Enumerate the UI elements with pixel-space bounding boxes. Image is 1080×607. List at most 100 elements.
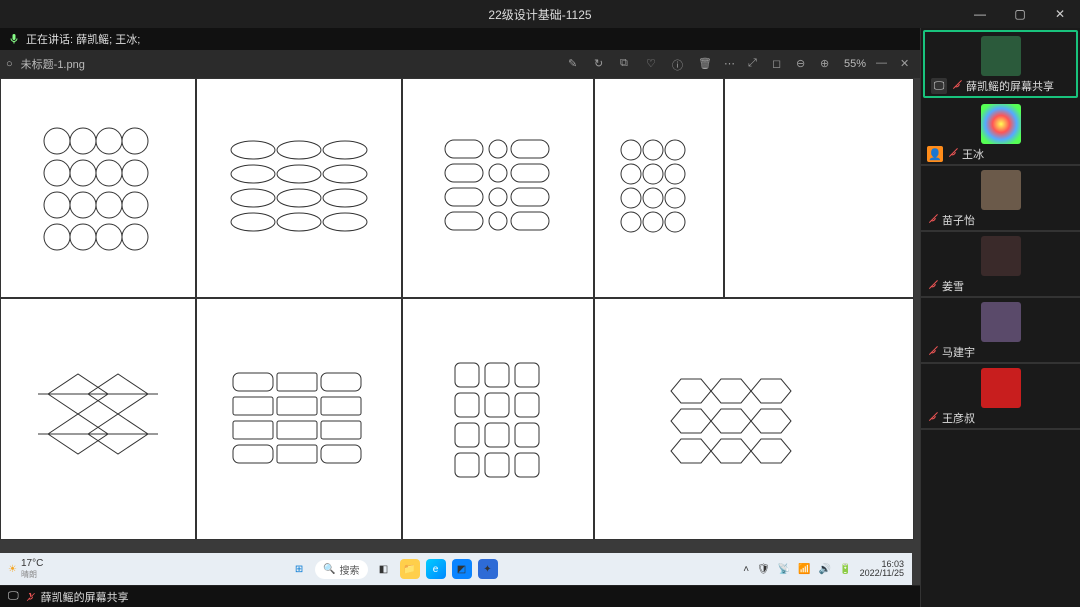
status-label: 薛凯鳐的屏幕共享 xyxy=(41,589,129,605)
app2-icon[interactable]: ✦ xyxy=(478,559,498,579)
cell-blank-1 xyxy=(724,78,914,298)
participant-info-row: 🖵 薛凯鳐的屏幕共享 xyxy=(929,76,1072,94)
small-circles-icon xyxy=(619,138,699,238)
fit-icon[interactable]: ◻ xyxy=(772,57,786,71)
speaking-label: 正在讲话: 薛凯鳐; 王冰; xyxy=(26,31,140,47)
temperature-label: 17°C xyxy=(21,558,43,569)
status-bar: 🖵 薛凯鳐的屏幕共享 xyxy=(0,585,920,607)
participant-name: 王冰 xyxy=(962,146,984,162)
tray-chevron-icon[interactable]: ˄ xyxy=(743,564,749,575)
host-badge-icon: 👤 xyxy=(927,146,943,162)
info-icon[interactable]: ⓘ xyxy=(672,57,686,71)
task-view-icon[interactable]: ◧ xyxy=(374,559,394,579)
participant-tile[interactable]: 👤 王冰 xyxy=(921,100,1080,166)
minimize-button[interactable]: — xyxy=(960,0,1000,28)
avatar xyxy=(981,36,1021,76)
mic-muted-icon xyxy=(927,411,938,425)
participant-info-row: 苗子怡 xyxy=(925,210,1076,228)
participant-name: 王彦叔 xyxy=(942,410,975,426)
avatar xyxy=(981,368,1021,408)
cell-triangles xyxy=(0,298,196,540)
rounded-rects-icon xyxy=(229,369,369,469)
explorer-icon[interactable]: 📁 xyxy=(400,559,420,579)
capsules-circles-icon xyxy=(443,138,553,238)
battery-icon[interactable]: 🔋 xyxy=(839,564,851,575)
tab-icon[interactable]: ○ xyxy=(6,58,13,70)
hexagons-icon xyxy=(669,369,799,469)
cell-hexagons xyxy=(594,298,914,540)
more-icon[interactable]: ⋯ xyxy=(724,57,738,71)
mic-muted-icon xyxy=(25,592,35,602)
avatar xyxy=(981,236,1021,276)
edit-icon[interactable]: ✎ xyxy=(568,57,582,71)
design-grid xyxy=(0,78,914,540)
mic-muted-icon xyxy=(951,79,962,93)
microphone-icon xyxy=(8,33,20,45)
triangles-icon xyxy=(38,364,158,474)
participants-panel[interactable]: 🖵 薛凯鳐的屏幕共享 👤 王冰苗子怡姜雪马建宇王彦叔 xyxy=(920,28,1080,607)
participant-tile[interactable]: 王彦叔 xyxy=(921,364,1080,430)
rotate-icon[interactable]: ↻ xyxy=(594,57,608,71)
cell-small-circles xyxy=(594,78,724,298)
participant-name: 姜雪 xyxy=(942,278,964,294)
avatar xyxy=(981,302,1021,342)
weather-desc: 晴朗 xyxy=(21,569,43,580)
image-viewer: ○ 未标题-1.png ✎ ↻ ⧉ ♡ ⓘ 🗑 ⋯ ⤢ ◻ xyxy=(0,50,920,585)
wifi-icon[interactable]: 📶 xyxy=(798,564,810,575)
participant-tile[interactable]: 马建宇 xyxy=(921,298,1080,364)
clock-widget[interactable]: 16:03 2022/11/25 xyxy=(860,560,904,578)
search-icon: 🔍 xyxy=(323,564,335,575)
search-placeholder: 搜索 xyxy=(340,562,360,577)
window-controls: — ▢ ✕ xyxy=(960,0,1080,28)
taskbar-search[interactable]: 🔍 搜索 xyxy=(315,560,367,579)
speaking-indicator: 正在讲话: 薛凯鳐; 王冰; xyxy=(0,28,920,50)
participant-info-row: 王彦叔 xyxy=(925,408,1076,426)
zoom-in-icon[interactable]: ⊕ xyxy=(820,57,834,71)
volume-icon[interactable]: 🔊 xyxy=(819,564,831,575)
mic-muted-icon xyxy=(927,345,938,359)
viewer-close-icon[interactable]: ✕ xyxy=(900,57,914,71)
close-button[interactable]: ✕ xyxy=(1040,0,1080,28)
ellipses-grid-icon xyxy=(229,138,369,238)
cell-capsules-circles xyxy=(402,78,594,298)
window-title: 22级设计基础-1125 xyxy=(488,6,591,23)
avatar xyxy=(981,104,1021,144)
tray-icon-1[interactable]: 🛡 xyxy=(757,564,770,575)
viewer-dash-icon[interactable]: — xyxy=(876,57,890,71)
heart-icon[interactable]: ♡ xyxy=(646,57,660,71)
start-icon[interactable]: ⊞ xyxy=(289,559,309,579)
participant-tile[interactable]: 🖵 薛凯鳐的屏幕共享 xyxy=(923,30,1078,98)
mic-muted-icon xyxy=(927,213,938,227)
app1-icon[interactable]: ◩ xyxy=(452,559,472,579)
maximize-button[interactable]: ▢ xyxy=(1000,0,1040,28)
screen-share-icon: 🖵 xyxy=(931,78,947,94)
zoom-level: 55% xyxy=(844,58,866,70)
screen-icon: 🖵 xyxy=(8,590,19,603)
participant-name: 马建宇 xyxy=(942,344,975,360)
expand-icon[interactable]: ⤢ xyxy=(748,57,762,71)
weather-widget[interactable]: ☀ 17°C 晴朗 xyxy=(0,558,51,580)
participant-name: 薛凯鳐的屏幕共享 xyxy=(966,78,1054,94)
crop-icon[interactable]: ⧉ xyxy=(620,57,634,71)
participant-info-row: 马建宇 xyxy=(925,342,1076,360)
participant-tile[interactable]: 姜雪 xyxy=(921,232,1080,298)
sun-icon: ☀ xyxy=(8,564,17,575)
date-label: 2022/11/25 xyxy=(860,569,904,578)
participant-tile[interactable]: 苗子怡 xyxy=(921,166,1080,232)
cell-ellipses xyxy=(196,78,402,298)
tray-icon-2[interactable]: 📡 xyxy=(778,564,790,575)
filename-label: 未标题-1.png xyxy=(21,56,85,72)
edge-icon[interactable]: e xyxy=(426,559,446,579)
cell-squares xyxy=(402,298,594,540)
cell-circles-4x4 xyxy=(0,78,196,298)
zoom-out-icon[interactable]: ⊖ xyxy=(796,57,810,71)
participant-info-row: 👤 王冰 xyxy=(925,144,1076,162)
canvas-area[interactable] xyxy=(0,78,920,585)
cell-rounded-rects xyxy=(196,298,402,540)
mic-muted-icon xyxy=(927,279,938,293)
delete-icon[interactable]: 🗑 xyxy=(698,57,712,71)
viewer-toolbar: ○ 未标题-1.png ✎ ↻ ⧉ ♡ ⓘ 🗑 ⋯ ⤢ ◻ xyxy=(0,50,920,78)
mic-muted-icon xyxy=(947,147,958,161)
participant-name: 苗子怡 xyxy=(942,212,975,228)
windows-taskbar[interactable]: ☀ 17°C 晴朗 ⊞ 🔍 搜索 ◧ 📁 e ◩ ✦ xyxy=(0,553,912,585)
